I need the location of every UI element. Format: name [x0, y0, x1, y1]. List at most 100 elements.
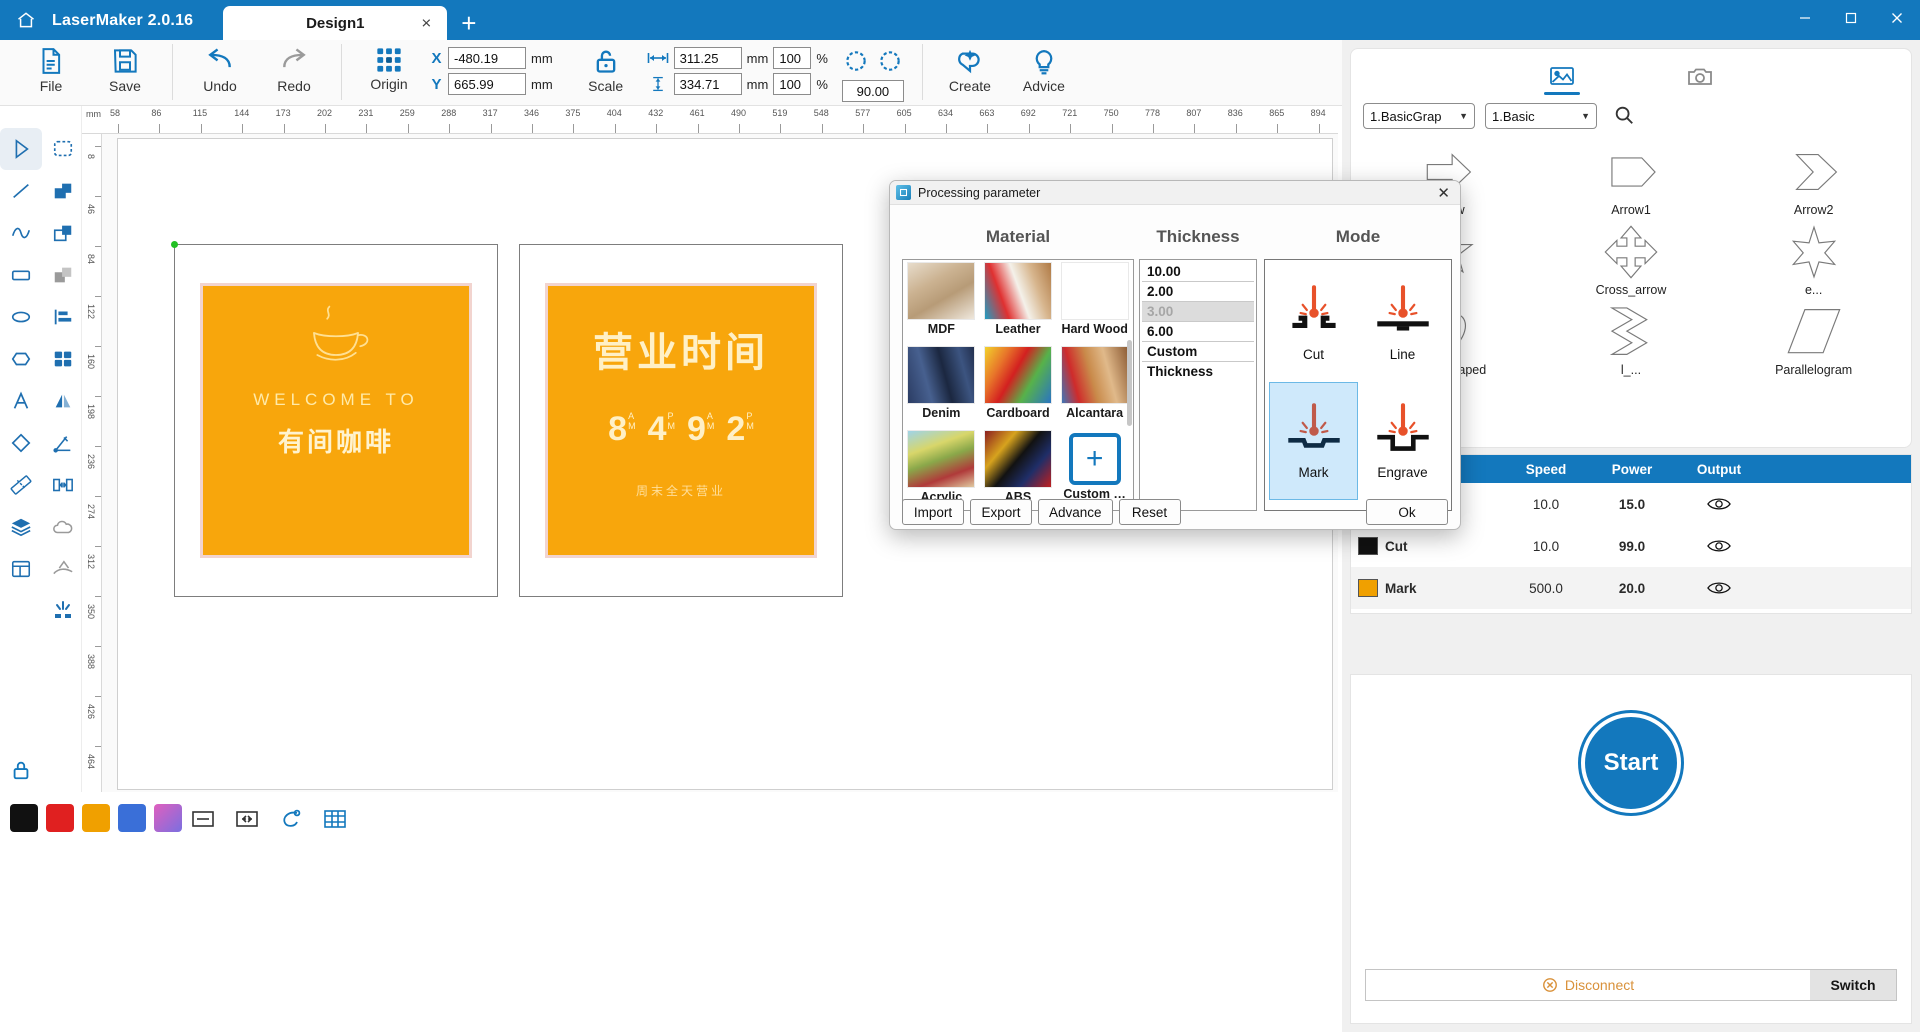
material-item-alcantara[interactable]: Alcantara — [1056, 344, 1133, 428]
rotation-angle-input[interactable] — [841, 80, 904, 102]
intersect-tool[interactable] — [42, 254, 84, 296]
material-item-mdf[interactable]: MDF — [903, 260, 980, 344]
origin-button[interactable]: Origin — [352, 40, 426, 92]
home-icon[interactable] — [0, 0, 52, 40]
layer-color-swatch[interactable] — [1358, 537, 1378, 555]
mirror-tool[interactable] — [42, 380, 84, 422]
material-item-cardboard[interactable]: Cardboard — [980, 344, 1057, 428]
import-button[interactable]: Import — [902, 499, 964, 525]
select-tool[interactable] — [0, 128, 42, 170]
layer-output-toggle[interactable] — [1675, 580, 1763, 596]
thickness-item[interactable]: 6.00 — [1142, 322, 1254, 342]
rotate-ccw-icon[interactable] — [843, 48, 869, 74]
document-tab[interactable]: Design1 × — [223, 6, 448, 40]
subcategory-select[interactable]: 1.Basic ▼ — [1485, 103, 1597, 129]
thickness-item[interactable]: 10.00 — [1142, 262, 1254, 282]
palette-swatch[interactable] — [82, 804, 110, 832]
advice-button[interactable]: Advice — [1007, 40, 1081, 94]
height-input[interactable] — [673, 73, 742, 95]
material-item-hardwood[interactable]: Hard Wood — [1056, 260, 1133, 344]
material-scrollbar[interactable] — [1127, 340, 1132, 426]
switch-button[interactable]: Switch — [1810, 970, 1896, 1000]
gallery-tab[interactable] — [1538, 59, 1586, 95]
grid-toggle-icon[interactable] — [320, 804, 350, 834]
fit-frame-icon[interactable] — [188, 804, 218, 834]
ruler-tool[interactable] — [0, 464, 42, 506]
business-hours-sign-object[interactable]: 营业时间 8 AM 4 PM 9 AM 2 PM 周末全天营业 — [519, 244, 843, 597]
subtract-tool[interactable] — [42, 212, 84, 254]
mode-item-line[interactable]: Line — [1358, 264, 1447, 382]
color-palette[interactable] — [10, 804, 182, 832]
undo-button[interactable]: Undo — [183, 40, 257, 94]
union-tool[interactable] — [42, 170, 84, 212]
shape-item-crossarrow[interactable]: Cross_arrow — [1540, 217, 1723, 297]
mode-item-mark[interactable]: Mark — [1269, 382, 1358, 500]
path-text-tool[interactable] — [42, 548, 84, 590]
layer-color-swatch[interactable] — [1358, 579, 1378, 597]
mode-item-engrave[interactable]: Engrave — [1358, 382, 1447, 500]
category-select[interactable]: 1.BasicGrap ▼ — [1363, 103, 1475, 129]
eraser-tool[interactable] — [0, 422, 42, 464]
material-item-denim[interactable]: Denim — [903, 344, 980, 428]
marquee-select-tool[interactable] — [42, 128, 84, 170]
vertical-ruler[interactable]: 8 46 84 122 160 198 236 274 312 350 388 426 464 — [82, 134, 102, 792]
palette-swatch[interactable] — [10, 804, 38, 832]
shape-item-e[interactable]: e... — [1722, 217, 1905, 297]
width-percent-input[interactable] — [773, 47, 812, 69]
redo-button[interactable]: Redo — [257, 40, 331, 94]
grid-layout-tool[interactable] — [42, 338, 84, 380]
curve-tool[interactable] — [0, 212, 42, 254]
layer-row[interactable]: Mark 500.0 20.0 — [1351, 567, 1911, 609]
connection-status[interactable]: Disconnect — [1366, 970, 1810, 1000]
palette-swatch[interactable] — [154, 804, 182, 832]
welcome-sign-object[interactable]: WELCOME TO 有间咖啡 — [171, 241, 498, 597]
create-button[interactable]: Create — [933, 40, 1007, 94]
file-button[interactable]: File — [14, 40, 88, 94]
ellipse-tool[interactable] — [0, 296, 42, 338]
layer-output-toggle[interactable] — [1675, 538, 1763, 554]
new-tab-button[interactable]: + — [461, 10, 476, 40]
thickness-item[interactable]: 2.00 — [1142, 282, 1254, 302]
cloud-tool[interactable] — [42, 506, 84, 548]
camera-tab[interactable] — [1676, 59, 1724, 95]
fit-selection-icon[interactable] — [232, 804, 262, 834]
frame-tool[interactable] — [0, 548, 42, 590]
height-percent-input[interactable] — [773, 73, 812, 95]
text-tool[interactable] — [0, 380, 42, 422]
measure-angle-tool[interactable] — [42, 422, 84, 464]
ok-button[interactable]: Ok — [1366, 499, 1448, 525]
palette-swatch[interactable] — [46, 804, 74, 832]
selection-handle[interactable] — [171, 241, 178, 248]
layer-output-toggle[interactable] — [1675, 496, 1763, 512]
mode-item-cut[interactable]: Cut — [1269, 264, 1358, 382]
advance-button[interactable]: Advance — [1038, 499, 1113, 525]
palette-swatch[interactable] — [118, 804, 146, 832]
rotate-cw-icon[interactable] — [877, 48, 903, 74]
horizontal-ruler[interactable]: mm 58 86 115 144 173 202 231 259 288 317 346 375 404… — [82, 106, 1338, 134]
pointer-path-icon[interactable] — [276, 804, 306, 834]
material-item-leather[interactable]: Leather — [980, 260, 1057, 344]
shape-item-arrow1[interactable]: Arrow1 — [1540, 137, 1723, 217]
thickness-item[interactable]: 3.00 — [1142, 302, 1254, 322]
scale-lock-button[interactable]: Scale — [569, 40, 643, 94]
line-tool[interactable] — [0, 170, 42, 212]
align-tool[interactable] — [42, 296, 84, 338]
maximize-button[interactable] — [1828, 0, 1874, 36]
window-close-button[interactable] — [1874, 0, 1920, 36]
lock-icon[interactable] — [8, 757, 34, 783]
distribute-tool[interactable] — [42, 464, 84, 506]
reset-button[interactable]: Reset — [1118, 499, 1181, 525]
shape-item-parallelogram[interactable]: Parallelogram — [1722, 297, 1905, 377]
mode-list[interactable]: Cut Line Mark Engrave — [1264, 259, 1452, 511]
minimize-button[interactable] — [1782, 0, 1828, 36]
layers-tool[interactable] — [0, 506, 42, 548]
close-icon[interactable]: × — [421, 15, 431, 32]
dialog-close-icon[interactable]: ✕ — [1433, 184, 1454, 202]
shape-item-arrow2[interactable]: Arrow2 — [1722, 137, 1905, 217]
export-button[interactable]: Export — [970, 499, 1032, 525]
rectangle-tool[interactable] — [0, 254, 42, 296]
shape-item-l[interactable]: l_... — [1540, 297, 1723, 377]
save-button[interactable]: Save — [88, 40, 162, 94]
y-position-input[interactable] — [448, 73, 526, 95]
polygon-tool[interactable] — [0, 338, 42, 380]
